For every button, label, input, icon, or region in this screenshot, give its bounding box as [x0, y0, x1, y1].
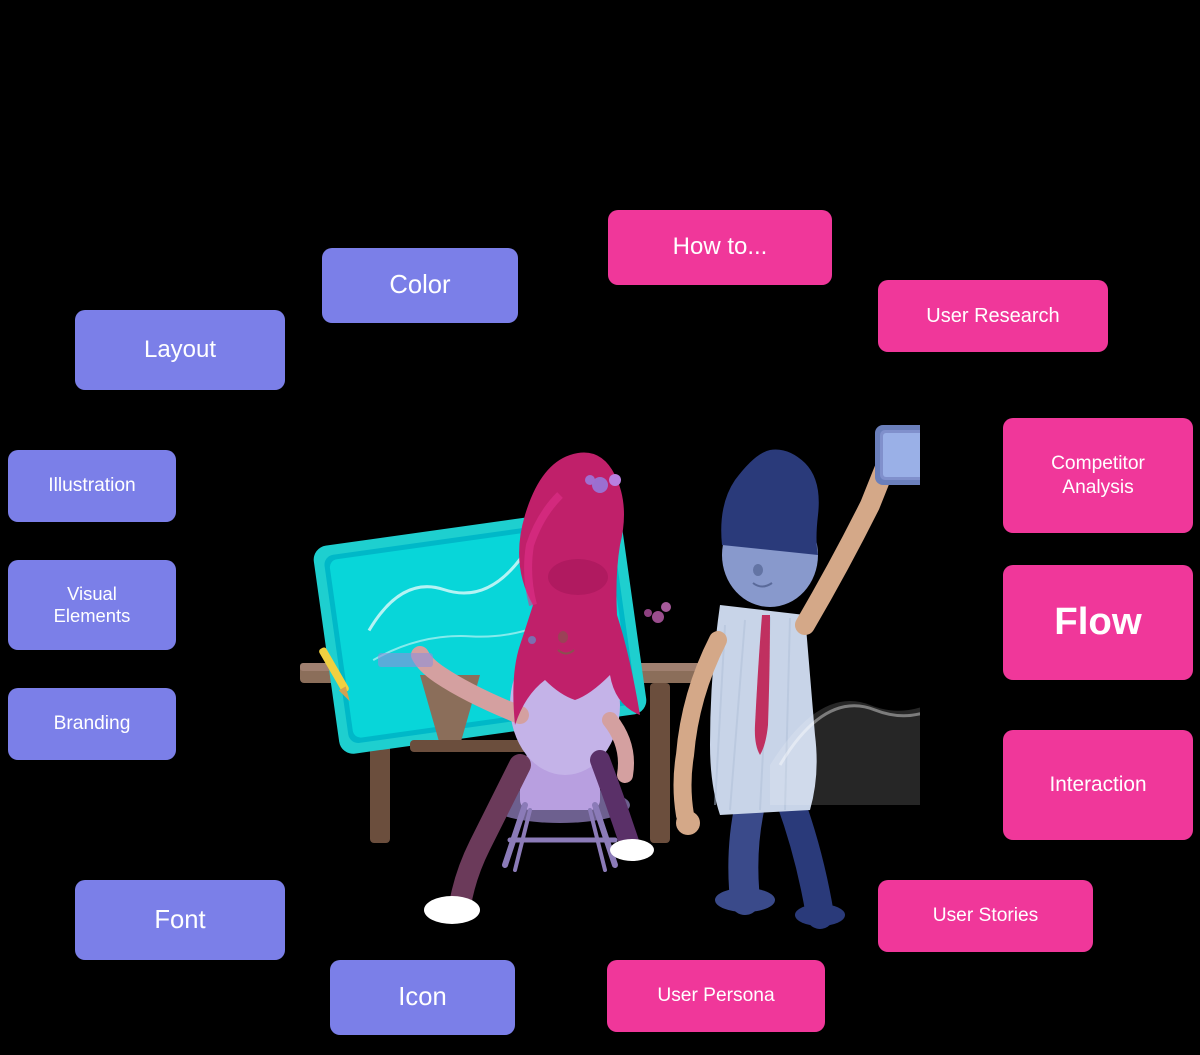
visual-elements-tag[interactable]: Visual Elements	[8, 560, 176, 650]
branding-tag[interactable]: Branding	[8, 688, 176, 760]
competitor-analysis-tag[interactable]: Competitor Analysis	[1003, 418, 1193, 533]
user-persona-tag[interactable]: User Persona	[607, 960, 825, 1032]
flow-tag[interactable]: Flow	[1003, 565, 1193, 680]
interaction-tag[interactable]: Interaction	[1003, 730, 1193, 840]
icon-tag[interactable]: Icon	[330, 960, 515, 1035]
illustration-tag[interactable]: Illustration	[8, 450, 176, 522]
center-illustration	[170, 170, 920, 950]
